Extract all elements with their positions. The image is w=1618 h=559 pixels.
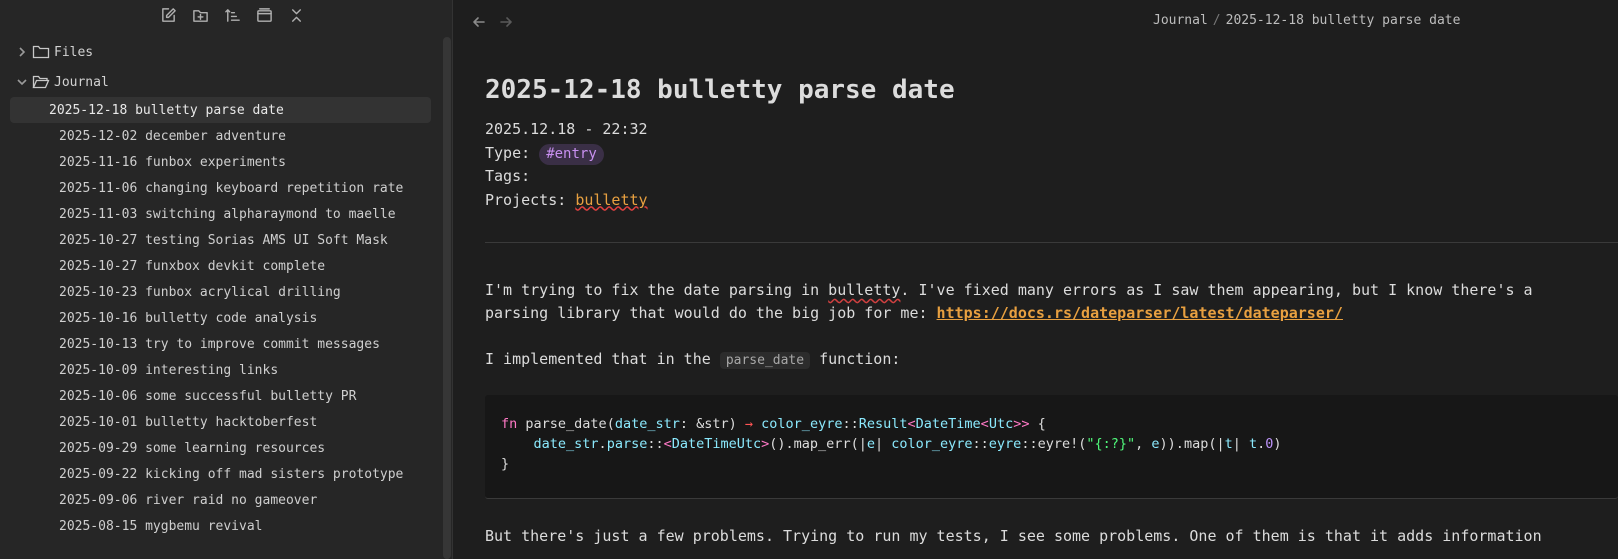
datetime-line: 2025.12.18 - 22:32	[485, 120, 648, 138]
list-item[interactable]: 2025-09-06 river raid no gameover	[10, 487, 431, 513]
sidebar-toolbar	[158, 5, 306, 25]
project-link[interactable]: bulletty	[575, 191, 647, 209]
list-item[interactable]: 2025-11-16 funbox experiments	[10, 149, 431, 175]
folder-open-icon	[32, 74, 50, 90]
arrow-left-icon	[473, 17, 485, 27]
paragraph-problems: But there's just a few problems. Trying …	[485, 527, 1542, 545]
folder-files[interactable]: Files	[0, 37, 445, 67]
list-item[interactable]: 2025-10-09 interesting links	[10, 357, 431, 383]
editor-header: Journal / 2025-12-18 bulletty parse date	[453, 0, 1618, 44]
list-item[interactable]: 2025-10-01 bulletty hacktoberfest	[10, 409, 431, 435]
inline-code: parse_date	[719, 352, 811, 369]
list-item[interactable]: 2025-11-06 changing keyboard repetition …	[10, 175, 431, 201]
arrow-right-icon	[500, 17, 512, 27]
paragraph-intro: I'm trying to fix the date parsing in bu…	[485, 279, 1533, 325]
paragraph-implementation: I implemented that in the parse_date fun…	[485, 348, 900, 372]
note-content[interactable]: 2025-12-18 bulletty parse date 2025.12.1…	[485, 70, 1618, 545]
list-item[interactable]: 2025-08-15 mygbemu revival	[10, 513, 431, 539]
code-line-1: fn parse_date(date_str: &str) → color_ey…	[501, 416, 1046, 432]
sort-button[interactable]	[222, 5, 242, 25]
new-folder-button[interactable]	[190, 5, 210, 25]
collapse-view-icon	[256, 7, 272, 22]
list-item[interactable]: 2025-10-27 funxbox devkit complete	[10, 253, 431, 279]
folder-icon	[32, 44, 50, 60]
tags-line: Tags:	[485, 167, 531, 185]
breadcrumb-note[interactable]: 2025-12-18 bulletty parse date	[1226, 13, 1461, 28]
code-line-2: date_str.parse::<DateTimeUtc>().map_err(…	[533, 436, 1282, 452]
file-explorer-sidebar: Files Journal 2025-12-18 bulletty parse …	[0, 0, 453, 559]
list-item[interactable]: 2025-09-22 kicking off mad sisters proto…	[10, 461, 431, 487]
type-label: Type:	[485, 143, 531, 162]
misspelled-word: bulletty	[828, 281, 901, 299]
folder-files-label: Files	[54, 44, 94, 60]
divider	[485, 242, 1618, 243]
forward-button[interactable]	[496, 12, 516, 32]
sort-icon	[224, 8, 240, 22]
code-block[interactable]: fn parse_date(date_str: &str) → color_ey…	[485, 395, 1618, 499]
breadcrumb-folder[interactable]: Journal	[1153, 13, 1208, 28]
collapse-all-icon	[291, 8, 301, 22]
text-run: . I've fixed many errors as I saw them a…	[900, 281, 1533, 299]
projects-label: Projects:	[485, 190, 567, 209]
type-line: Type: #entry	[485, 142, 1618, 166]
text-run: I'm trying to fix the date parsing in	[485, 281, 829, 299]
back-button[interactable]	[469, 12, 489, 32]
text-run: parsing library that would do the big jo…	[485, 304, 937, 322]
list-item[interactable]: 2025-10-16 bulletty code analysis	[10, 305, 431, 331]
page-title: 2025-12-18 bulletty parse date	[485, 75, 955, 105]
list-item[interactable]: 2025-09-29 some learning resources	[10, 435, 431, 461]
list-item[interactable]: 2025-10-27 testing Sorias AMS UI Soft Ma…	[10, 227, 431, 253]
folder-journal[interactable]: Journal	[0, 67, 445, 97]
dateparser-link[interactable]: https://docs.rs/dateparser/latest/datepa…	[937, 304, 1343, 322]
code-line-3: }	[501, 456, 510, 472]
list-item[interactable]: 2025-10-06 some successful bulletty PR	[10, 383, 431, 409]
new-folder-icon	[192, 9, 208, 22]
projects-line: Projects: bulletty	[485, 189, 1618, 213]
sidebar-scrollbar[interactable]	[443, 37, 451, 559]
folder-journal-label: Journal	[54, 74, 109, 90]
text-run: function:	[810, 350, 901, 368]
journal-file-list: 2025-12-18 bulletty parse date 2025-12-0…	[0, 97, 445, 539]
list-item[interactable]: 2025-10-13 try to improve commit message…	[10, 331, 431, 357]
list-item[interactable]: 2025-12-02 december adventure	[10, 123, 431, 149]
chevron-down-icon	[16, 76, 28, 88]
breadcrumb: Journal / 2025-12-18 bulletty parse date	[1153, 13, 1460, 28]
collapse-view-button[interactable]	[254, 5, 274, 25]
breadcrumb-separator: /	[1212, 13, 1221, 28]
scrollbar-thumb[interactable]	[443, 37, 451, 559]
list-item[interactable]: 2025-12-18 bulletty parse date	[10, 97, 431, 123]
chevron-right-icon	[16, 46, 28, 58]
text-run: I implemented that in the	[485, 350, 720, 368]
note-editor: Journal / 2025-12-18 bulletty parse date 2…	[453, 0, 1618, 559]
list-item[interactable]: 2025-11-03 switching alpharaymond to mae…	[10, 201, 431, 227]
file-tree: Files Journal 2025-12-18 bulletty parse …	[0, 37, 445, 559]
note-metadata: 2025.12.18 - 22:32 Type: #entry Tags: Pr…	[485, 118, 1618, 212]
list-item[interactable]: 2025-10-23 funbox acrylical drilling	[10, 279, 431, 305]
collapse-all-button[interactable]	[286, 5, 306, 25]
new-note-icon	[161, 7, 176, 22]
new-note-button[interactable]	[158, 5, 178, 25]
tag-entry[interactable]: #entry	[539, 143, 604, 165]
